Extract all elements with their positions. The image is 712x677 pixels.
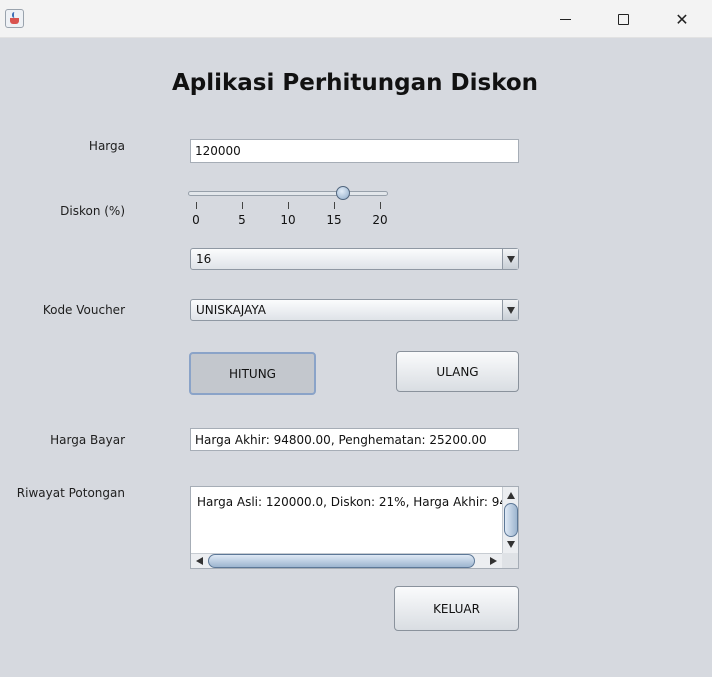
riwayat-label: Riwayat Potongan xyxy=(16,486,125,500)
minimize-button[interactable] xyxy=(542,0,588,38)
diskon-slider[interactable]: 0 5 10 15 20 xyxy=(188,185,390,230)
slider-tick xyxy=(196,202,197,209)
riwayat-text: Harga Asli: 120000.0, Diskon: 21%, Harga… xyxy=(197,495,502,509)
harga-input-value: 120000 xyxy=(195,144,241,158)
app-window: ✕ Aplikasi Perhitungan Diskon Harga 1200… xyxy=(0,0,712,677)
harga-label: Harga xyxy=(88,139,125,153)
slider-tick xyxy=(380,202,381,209)
chevron-down-icon xyxy=(506,255,515,263)
vertical-scroll-thumb[interactable] xyxy=(504,503,518,537)
slider-tick xyxy=(242,202,243,209)
maximize-button[interactable] xyxy=(600,0,646,38)
scroll-left-button[interactable] xyxy=(193,554,205,568)
voucher-combo[interactable]: UNISKAJAYA xyxy=(190,299,519,321)
harga-input[interactable]: 120000 xyxy=(190,139,519,163)
harga-bayar-value: Harga Akhir: 94800.00, Penghematan: 2520… xyxy=(195,432,487,447)
slider-tick xyxy=(288,202,289,209)
slider-tick-label: 10 xyxy=(280,213,296,227)
slider-tick xyxy=(334,202,335,209)
close-button[interactable]: ✕ xyxy=(659,0,705,38)
diskon-combo-value: 16 xyxy=(196,252,212,266)
slider-tick-label: 20 xyxy=(372,213,388,227)
slider-thumb[interactable] xyxy=(336,186,351,200)
hitung-button[interactable]: HITUNG xyxy=(189,352,316,395)
keluar-button[interactable]: KELUAR xyxy=(394,586,519,631)
scroll-right-button[interactable] xyxy=(487,554,499,568)
voucher-combo-value: UNISKAJAYA xyxy=(196,303,266,317)
minimize-icon xyxy=(559,18,571,20)
diskon-combo-arrow[interactable] xyxy=(502,249,518,269)
maximize-icon xyxy=(617,13,629,25)
arrow-up-icon xyxy=(507,491,515,499)
close-icon: ✕ xyxy=(675,9,689,29)
scroll-corner xyxy=(502,553,518,568)
arrow-down-icon xyxy=(507,540,515,548)
voucher-combo-arrow[interactable] xyxy=(502,300,518,320)
slider-tick-label: 0 xyxy=(192,213,200,227)
riwayat-textarea[interactable]: Harga Asli: 120000.0, Diskon: 21%, Harga… xyxy=(190,486,519,569)
ulang-button[interactable]: ULANG xyxy=(396,351,519,392)
harga-bayar-label: Harga Bayar xyxy=(50,433,125,447)
slider-track[interactable] xyxy=(188,191,388,196)
scroll-up-button[interactable] xyxy=(503,489,519,501)
slider-tick-label: 15 xyxy=(326,213,342,227)
java-cup-icon xyxy=(5,9,24,28)
slider-tick-label: 5 xyxy=(238,213,246,227)
harga-bayar-field[interactable]: Harga Akhir: 94800.00, Penghematan: 2520… xyxy=(190,428,519,451)
voucher-label: Kode Voucher xyxy=(42,303,125,317)
page-title: Aplikasi Perhitungan Diskon xyxy=(171,70,539,96)
arrow-left-icon xyxy=(195,557,203,565)
diskon-label: Diskon (%) xyxy=(60,204,125,218)
chevron-down-icon xyxy=(506,306,515,314)
horizontal-scroll-thumb[interactable] xyxy=(208,554,475,568)
vertical-scrollbar[interactable] xyxy=(502,487,518,553)
scroll-down-button[interactable] xyxy=(503,538,519,550)
diskon-combo[interactable]: 16 xyxy=(190,248,519,270)
title-bar[interactable]: ✕ xyxy=(0,0,712,38)
horizontal-scrollbar[interactable] xyxy=(191,553,503,568)
arrow-right-icon xyxy=(489,557,497,565)
